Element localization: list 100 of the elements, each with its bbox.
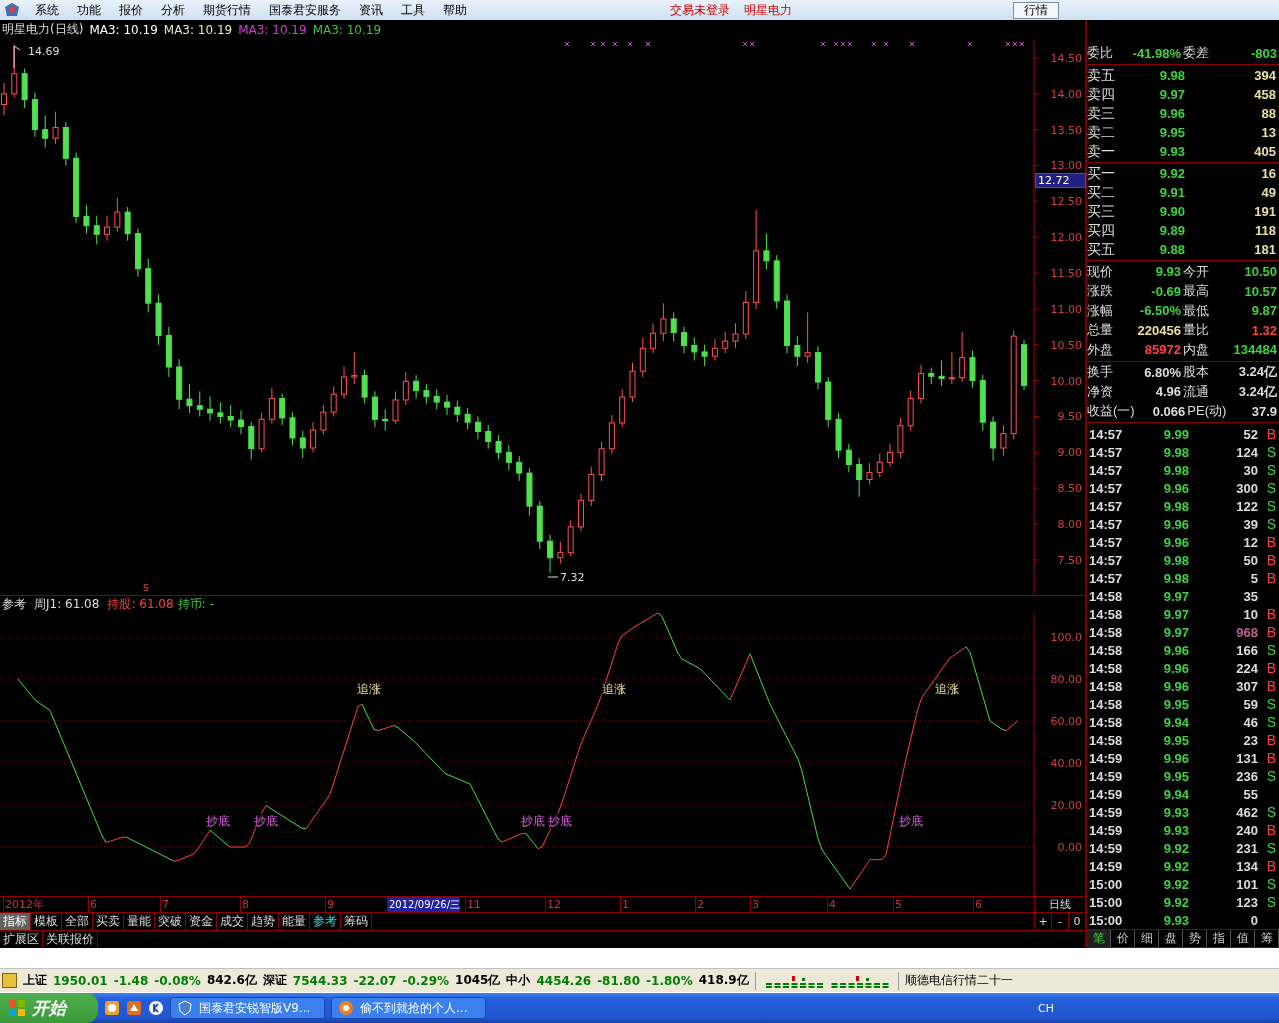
quick-launch-icon[interactable] [126, 1000, 142, 1016]
candle [227, 404, 234, 428]
trade-time: 14:57 [1089, 444, 1124, 460]
candle [577, 493, 584, 532]
quote-button[interactable]: 行情 [1013, 1, 1059, 19]
menu-item[interactable]: 国泰君安服务 [260, 1, 350, 19]
date-axis-label: 4 [827, 897, 836, 912]
order-volume: 394 [1253, 68, 1276, 83]
quote-value: 220456 [1136, 322, 1181, 338]
candle [639, 336, 646, 378]
area-tab[interactable]: 关联报价 [43, 931, 98, 948]
index-quote-text: -1.80% [646, 973, 693, 988]
order-price: 9.97 [1158, 87, 1185, 102]
template-tab[interactable]: 参考 [310, 913, 341, 930]
template-tab[interactable]: 筹码 [341, 913, 372, 930]
template-tab[interactable]: 能量 [279, 913, 310, 930]
candle [11, 43, 18, 98]
order-volume: 49 [1260, 185, 1276, 200]
menu-item[interactable]: 资讯 [350, 1, 392, 19]
trade-side: B [1265, 570, 1276, 586]
menu-item[interactable]: 帮助 [434, 1, 476, 19]
quote-label: 涨跌 [1087, 282, 1113, 301]
indicator-axis-label: 80.00 [1050, 672, 1082, 686]
area-tab[interactable]: 扩展区 [0, 931, 43, 948]
trade-price: 9.98 [1162, 570, 1189, 586]
candle [444, 394, 451, 416]
trade-price: 9.99 [1162, 426, 1189, 442]
candle [382, 408, 389, 432]
indicator-tab[interactable]: 指标 [0, 913, 31, 930]
candle [52, 111, 59, 145]
template-tab[interactable]: 趋势 [248, 913, 279, 930]
menu-item[interactable]: 功能 [68, 1, 110, 19]
trade-volume: 968 [1235, 624, 1258, 640]
trade-time: 14:59 [1089, 822, 1124, 838]
candle [691, 336, 698, 361]
candle [1021, 339, 1027, 391]
candle [876, 453, 883, 478]
date-axis-label: 8 [240, 897, 249, 912]
trade-time: 14:57 [1089, 498, 1124, 514]
trade-price: 9.95 [1162, 732, 1189, 748]
candle [526, 467, 533, 516]
trade-time: 14:57 [1089, 516, 1124, 532]
hold-stock-reading: 持股: 61.08 [107, 595, 174, 613]
signal-label: 追涨 [602, 681, 626, 696]
template-tab[interactable]: 成交 [217, 913, 248, 930]
candle [887, 443, 894, 467]
candle [681, 326, 687, 354]
indicator-axis-label: 60.00 [1050, 714, 1082, 728]
panel-tab[interactable]: 笔 [1087, 930, 1111, 947]
trade-time: 14:58 [1089, 624, 1124, 640]
candle [289, 411, 296, 446]
quick-launch-icon[interactable] [104, 1000, 120, 1016]
price-axis-label: 11.50 [1050, 266, 1082, 280]
index-quote-text: 1950.01 [53, 973, 108, 988]
trade-price: 9.95 [1162, 696, 1189, 712]
trade-volume: 50 [1242, 552, 1258, 568]
order-price: 9.90 [1158, 204, 1185, 219]
template-tab[interactable]: 全部 [62, 913, 93, 930]
quote-value: 37.9 [1250, 403, 1277, 419]
menu-item[interactable]: 分析 [152, 1, 194, 19]
quick-launch-icon[interactable] [148, 1000, 164, 1016]
date-axis-label: 2 [695, 897, 704, 912]
menu-item[interactable]: 系统 [26, 1, 68, 19]
trade-volume: 35 [1242, 588, 1258, 604]
quote-label: 现价 [1087, 262, 1113, 281]
template-tab[interactable]: 模板 [31, 913, 62, 930]
candle [536, 500, 543, 550]
template-tab[interactable]: 量能 [124, 913, 155, 930]
moving-average-label: MA3: 10.19 [238, 22, 307, 37]
menu-item[interactable]: 工具 [392, 1, 434, 19]
menu-item[interactable]: 期货行情 [194, 1, 260, 19]
taskbar-task[interactable]: 国泰君安锐智版V9... [170, 997, 325, 1019]
quote-value: 3.24亿 [1237, 363, 1277, 382]
candle [948, 351, 955, 385]
candle [866, 462, 873, 485]
trade-time: 15:00 [1089, 912, 1124, 928]
order-price: 9.91 [1158, 185, 1185, 200]
quote-label: 最低 [1183, 301, 1209, 320]
trade-side: S [1265, 480, 1276, 496]
trade-time: 14:58 [1089, 588, 1124, 604]
trade-price: 9.96 [1162, 750, 1189, 766]
taskbar-task[interactable]: 偷不到就抢的个人... [331, 997, 486, 1019]
quote-label: 净资 [1087, 382, 1113, 401]
quote-label: 收益(一) [1087, 402, 1135, 421]
menu-item[interactable]: 报价 [110, 1, 152, 19]
template-tab[interactable]: 买卖 [93, 913, 124, 930]
trade-volume: 462 [1235, 804, 1258, 820]
candle [732, 322, 739, 349]
candle [959, 331, 966, 383]
template-tab[interactable]: 资金 [186, 913, 217, 930]
template-tab[interactable]: 突破 [155, 913, 186, 930]
order-price: 9.93 [1158, 144, 1185, 159]
candle [1000, 424, 1007, 457]
trade-volume: 231 [1235, 840, 1258, 856]
quote-value: 10.50 [1243, 264, 1277, 280]
quote-value: -6.50% [1138, 303, 1181, 319]
input-method-indicator[interactable]: CH [1038, 1001, 1054, 1015]
quote-label: 流通 [1183, 382, 1209, 401]
price-axis-label: 14.50 [1050, 51, 1082, 65]
candle [588, 466, 595, 507]
